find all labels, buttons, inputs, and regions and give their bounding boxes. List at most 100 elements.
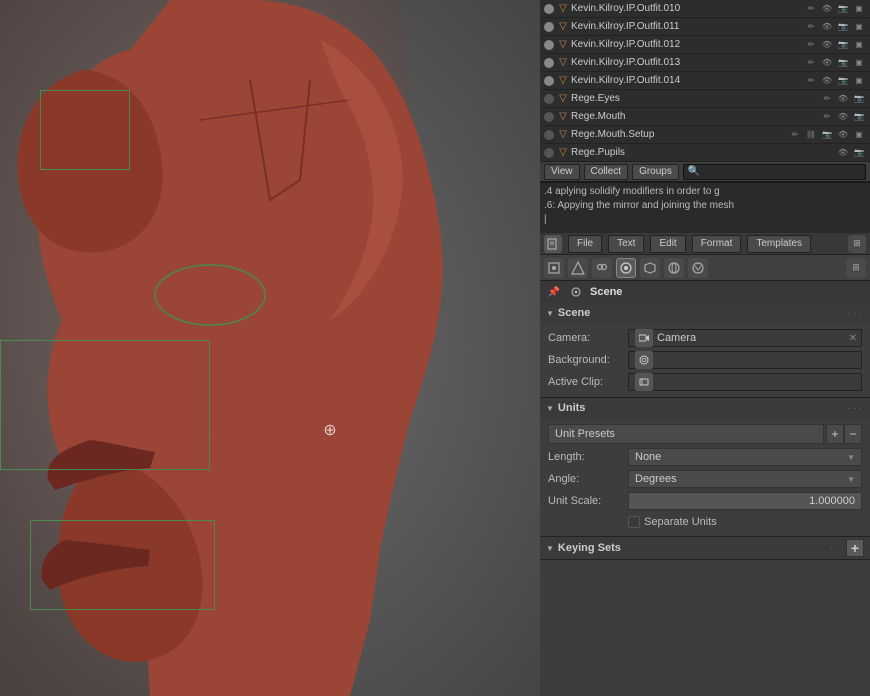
mesh-icon: ▽ xyxy=(557,93,569,105)
prop-icon-1[interactable] xyxy=(568,258,588,278)
section-dots: ··· xyxy=(830,543,846,554)
camera-field[interactable]: Camera ✕ xyxy=(628,329,862,347)
length-label: Length: xyxy=(548,451,628,463)
units-section-header[interactable]: ▼ Units ··· xyxy=(540,398,870,418)
eye-icon[interactable]: 👁 xyxy=(836,110,850,124)
outliner-row-6[interactable]: ▽ Rege.Mouth ✏ 👁 📷 xyxy=(540,108,870,126)
edit-menu[interactable]: Edit xyxy=(650,235,685,253)
visibility-dot[interactable] xyxy=(544,94,554,104)
camera-label: Camera: xyxy=(548,332,628,344)
outliner-row-4[interactable]: ▽ Kevin.Kilroy.IP.Outfit.014 ✏ 👁 📷 ▣ xyxy=(540,72,870,90)
eye-icon[interactable]: 👁 xyxy=(836,128,850,142)
unit-presets-remove-btn[interactable]: − xyxy=(844,424,862,444)
box-icon[interactable]: ▣ xyxy=(852,56,866,70)
camera-close-icon[interactable]: ✕ xyxy=(849,333,857,344)
camera-icon[interactable]: 📷 xyxy=(836,56,850,70)
outliner-row-1[interactable]: ▽ Kevin.Kilroy.IP.Outfit.011 ✏ 👁 📷 ▣ xyxy=(540,18,870,36)
prop-icon-2[interactable] xyxy=(592,258,612,278)
camera-icon[interactable]: 📷 xyxy=(836,20,850,34)
outliner-row-2[interactable]: ▽ Kevin.Kilroy.IP.Outfit.012 ✏ 👁 📷 ▣ xyxy=(540,36,870,54)
unit-presets-field[interactable]: Unit Presets xyxy=(548,424,824,444)
pencil-icon[interactable]: ✏ xyxy=(804,20,818,34)
unit-presets-add-btn[interactable]: + xyxy=(826,424,844,444)
eye-icon[interactable]: 👁 xyxy=(820,2,834,16)
scene-section-header[interactable]: ▼ Scene ··· xyxy=(540,303,870,323)
prop-icon-6[interactable] xyxy=(688,258,708,278)
camera-icon[interactable]: 📷 xyxy=(820,128,834,142)
pencil-icon[interactable]: ✏ xyxy=(788,128,802,142)
pencil-icon[interactable]: ✏ xyxy=(820,110,834,124)
scene-section-body: Camera: Camera ✕ Background: xyxy=(540,323,870,397)
mesh-icon: ▽ xyxy=(557,111,569,123)
outliner-row-0[interactable]: ▽ Kevin.Kilroy.IP.Outfit.010 ✏ 👁 📷 ▣ xyxy=(540,0,870,18)
visibility-dot[interactable] xyxy=(544,112,554,122)
visibility-dot[interactable] xyxy=(544,22,554,32)
pin-icon[interactable]: 📌 xyxy=(546,284,562,300)
box-icon[interactable]: ▣ xyxy=(852,128,866,142)
eye-icon[interactable]: 👁 xyxy=(836,92,850,106)
chain-icon[interactable]: ⛓ xyxy=(804,128,818,142)
keying-sets-header[interactable]: ▼ Keying Sets ··· + xyxy=(540,537,870,559)
camera-icon[interactable]: 📷 xyxy=(852,110,866,124)
eye-icon[interactable]: 👁 xyxy=(820,74,834,88)
format-menu[interactable]: Format xyxy=(692,235,742,253)
angle-row: Angle: Degrees ▼ xyxy=(540,468,870,490)
outliner-row-3[interactable]: ▽ Kevin.Kilroy.IP.Outfit.013 ✏ 👁 📷 ▣ xyxy=(540,54,870,72)
keying-sets-add-button[interactable]: + xyxy=(846,539,864,557)
angle-field[interactable]: Degrees ▼ xyxy=(628,470,862,488)
active-clip-field[interactable] xyxy=(628,373,862,391)
mesh-icon: ▽ xyxy=(557,39,569,51)
outliner-row-8[interactable]: ▽ Rege.Pupils 👁 📷 xyxy=(540,144,870,162)
props-corner-btn[interactable]: ⊞ xyxy=(848,235,866,253)
camera-icon[interactable]: 📷 xyxy=(836,74,850,88)
separate-units-checkbox[interactable] xyxy=(628,516,640,528)
outliner-row-5[interactable]: ▽ Rege.Eyes ✏ 👁 📷 xyxy=(540,90,870,108)
box-icon[interactable]: ▣ xyxy=(852,20,866,34)
scene-section-title: Scene xyxy=(558,307,848,319)
unit-scale-field[interactable]: 1.000000 xyxy=(628,492,862,510)
corner-2-icon[interactable]: ⊞ xyxy=(846,258,866,278)
unit-presets-row: Unit Presets + − xyxy=(540,422,870,446)
pencil-icon[interactable]: ✏ xyxy=(804,74,818,88)
prop-icon-4[interactable] xyxy=(640,258,660,278)
box-icon[interactable]: ▣ xyxy=(852,2,866,16)
camera-icon[interactable]: 📷 xyxy=(852,146,866,160)
info-line-1: .4 aplying solidify modifiers in order t… xyxy=(544,185,866,199)
outliner-row-7[interactable]: ▽ Rege.Mouth.Setup ✏ ⛓ 📷 👁 ▣ xyxy=(540,126,870,144)
prop-icon-scene[interactable] xyxy=(616,258,636,278)
prop-icon-5[interactable] xyxy=(664,258,684,278)
visibility-dot[interactable] xyxy=(544,76,554,86)
prop-icon-0[interactable] xyxy=(544,258,564,278)
eye-icon[interactable]: 👁 xyxy=(820,38,834,52)
pencil-icon[interactable]: ✏ xyxy=(804,38,818,52)
groups-menu[interactable]: Groups xyxy=(632,164,679,180)
collect-menu[interactable]: Collect xyxy=(584,164,629,180)
collapse-arrow: ▼ xyxy=(546,309,554,318)
visibility-dot[interactable] xyxy=(544,148,554,158)
background-field[interactable] xyxy=(628,351,862,369)
eye-icon[interactable]: 👁 xyxy=(820,56,834,70)
camera-icon[interactable]: 📷 xyxy=(852,92,866,106)
viewport-3d[interactable]: ⊕ xyxy=(0,0,540,696)
view-menu[interactable]: View xyxy=(544,164,580,180)
pencil-icon[interactable]: ✏ xyxy=(820,92,834,106)
eye-icon[interactable]: 👁 xyxy=(836,146,850,160)
section-dots: ··· xyxy=(848,308,864,319)
camera-icon[interactable]: 📷 xyxy=(836,38,850,52)
length-field[interactable]: None ▼ xyxy=(628,448,862,466)
visibility-dot[interactable] xyxy=(544,4,554,14)
visibility-dot[interactable] xyxy=(544,130,554,140)
visibility-dot[interactable] xyxy=(544,58,554,68)
file-menu[interactable]: File xyxy=(568,235,602,253)
text-menu[interactable]: Text xyxy=(608,235,644,253)
camera-row: Camera: Camera ✕ xyxy=(540,327,870,349)
box-icon[interactable]: ▣ xyxy=(852,74,866,88)
visibility-dot[interactable] xyxy=(544,40,554,50)
pencil-icon[interactable]: ✏ xyxy=(804,56,818,70)
pencil-icon[interactable]: ✏ xyxy=(804,2,818,16)
box-icon[interactable]: ▣ xyxy=(852,38,866,52)
eye-icon[interactable]: 👁 xyxy=(820,20,834,34)
camera-icon[interactable]: 📷 xyxy=(836,2,850,16)
templates-menu[interactable]: Templates xyxy=(747,235,811,253)
outliner-search[interactable]: 🔍 xyxy=(683,164,866,180)
